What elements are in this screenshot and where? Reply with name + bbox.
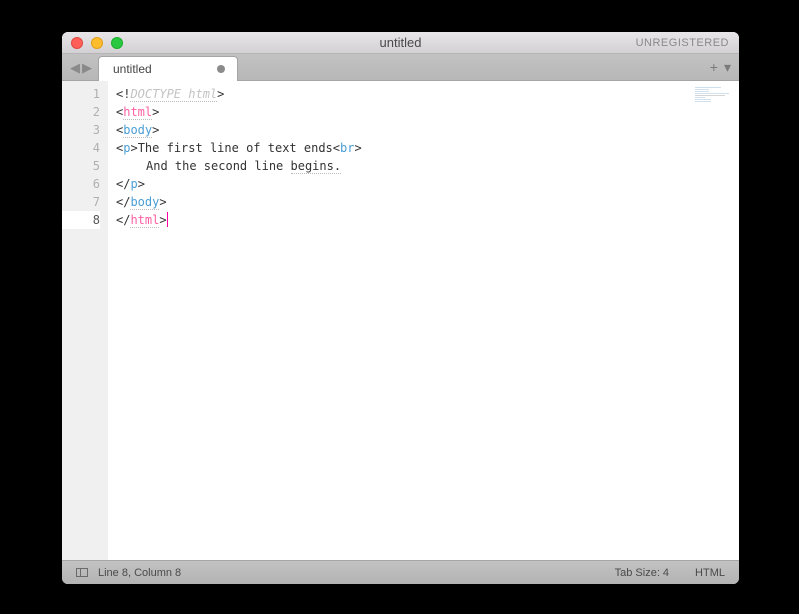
- line-number: 8: [62, 211, 100, 229]
- history-nav: ◀ ▶: [70, 60, 92, 76]
- line-number: 1: [62, 85, 100, 103]
- code-area[interactable]: <!DOCTYPE html><html><body><p>The first …: [108, 81, 739, 560]
- code-line: <!DOCTYPE html>: [116, 85, 739, 103]
- new-tab-icon[interactable]: +: [710, 59, 718, 76]
- tab-untitled[interactable]: untitled: [98, 56, 238, 81]
- code-line: </body>: [116, 193, 739, 211]
- line-number: 7: [62, 193, 100, 211]
- panel-toggle-icon[interactable]: [76, 568, 88, 577]
- gutter: 12345678: [62, 81, 108, 560]
- code-line: <body>: [116, 121, 739, 139]
- code-line: </html>: [116, 211, 739, 229]
- editor[interactable]: 12345678 <!DOCTYPE html><html><body><p>T…: [62, 81, 739, 560]
- app-window: untitled UNREGISTERED ◀ ▶ untitled + ▾ 1…: [62, 32, 739, 584]
- titlebar: untitled UNREGISTERED: [62, 32, 739, 54]
- minimap[interactable]: [695, 87, 733, 109]
- tab-overflow-icon[interactable]: ▾: [724, 59, 731, 76]
- line-number: 2: [62, 103, 100, 121]
- code-line: </p>: [116, 175, 739, 193]
- maximize-button[interactable]: [111, 37, 123, 49]
- nav-back-icon[interactable]: ◀: [70, 60, 80, 76]
- window-controls: [71, 37, 123, 49]
- code-line: <p>The first line of text ends<br>: [116, 139, 739, 157]
- code-line: And the second line begins.: [116, 157, 739, 175]
- line-number: 5: [62, 157, 100, 175]
- code-line: <html>: [116, 103, 739, 121]
- tab-bar: ◀ ▶ untitled + ▾: [62, 54, 739, 81]
- tabbar-actions: + ▾: [710, 59, 731, 76]
- line-number: 4: [62, 139, 100, 157]
- line-number: 3: [62, 121, 100, 139]
- close-button[interactable]: [71, 37, 83, 49]
- status-bar: Line 8, Column 8 Tab Size: 4 HTML: [62, 560, 739, 584]
- text-cursor: [167, 212, 168, 227]
- registration-label: UNREGISTERED: [636, 37, 729, 49]
- line-number: 6: [62, 175, 100, 193]
- dirty-indicator-icon: [217, 65, 225, 73]
- status-syntax[interactable]: HTML: [695, 567, 725, 579]
- nav-forward-icon[interactable]: ▶: [82, 60, 92, 76]
- status-tab-size[interactable]: Tab Size: 4: [615, 567, 669, 579]
- status-position[interactable]: Line 8, Column 8: [98, 567, 181, 579]
- tab-label: untitled: [113, 62, 152, 76]
- minimize-button[interactable]: [91, 37, 103, 49]
